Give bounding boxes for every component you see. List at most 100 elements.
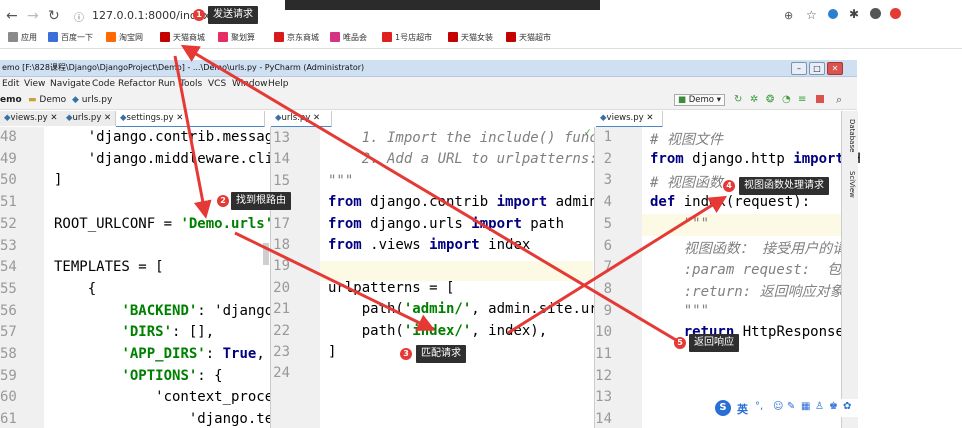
minimize-button[interactable]: –: [791, 62, 807, 75]
zoom-icon[interactable]: ⊕: [784, 9, 793, 22]
bookmark-tmall-women[interactable]: 天猫女装: [448, 32, 493, 43]
stop-icon[interactable]: [816, 95, 824, 103]
maximize-button[interactable]: □: [809, 62, 825, 75]
menu-window[interactable]: Window: [232, 79, 268, 89]
code-line[interactable]: # 视图文件: [650, 129, 723, 149]
bookmark-taobao[interactable]: 淘宝网: [106, 32, 143, 43]
code-line[interactable]: TEMPLATES = [: [54, 259, 164, 275]
code-line[interactable]: from django.contrib import admin: [328, 194, 598, 210]
line-number: 58: [0, 346, 17, 362]
bookmark-yhd[interactable]: 1号店超市: [382, 32, 432, 43]
code-line[interactable]: 'APP_DIRS': True,: [54, 346, 264, 362]
line-number: 55: [0, 280, 17, 297]
code-line[interactable]: path('admin/', admin.site.urls),: [328, 301, 632, 317]
menu-view[interactable]: View: [24, 79, 45, 89]
sciview-tool-button[interactable]: SciView: [844, 171, 856, 198]
code-line[interactable]: {: [54, 281, 96, 297]
debug-icon[interactable]: ✲: [750, 94, 758, 105]
bookmark-apps[interactable]: 应用: [8, 32, 37, 43]
code-line[interactable]: from .views import index: [328, 237, 530, 253]
line-number: 6: [603, 237, 612, 254]
breadcrumb-folder[interactable]: ▬ Demo: [28, 95, 66, 105]
bookmarks-bar: 应用 百度一下 淘宝网 天猫商城 聚划算 京东商城 唯品会 1号店超市 天猫女装…: [0, 30, 962, 49]
tab-urls-left[interactable]: ◆urls.py ✕: [62, 111, 117, 126]
code-line[interactable]: # 视图函数: [650, 172, 723, 192]
info-icon[interactable]: ⓘ: [74, 9, 84, 24]
code-line[interactable]: 'context_processo: [54, 389, 298, 405]
code-line[interactable]: 'django.templ: [54, 411, 299, 427]
code-line[interactable]: :return: 返回响应对象: [650, 281, 844, 301]
sogou-logo-icon[interactable]: S: [715, 400, 731, 416]
bookmark-jd[interactable]: 京东商城: [274, 32, 319, 43]
code-line[interactable]: def index(request):: [650, 194, 810, 210]
code-line[interactable]: urlpatterns = [: [328, 280, 454, 296]
search-icon[interactable]: ⌕: [836, 93, 842, 107]
emoji-icon[interactable]: ☺: [773, 401, 783, 412]
code-line[interactable]: 'DIRS': [],: [54, 324, 214, 340]
breadcrumb-project[interactable]: emo: [0, 95, 22, 105]
code-line[interactable]: 'OPTIONS': {: [54, 368, 222, 384]
extension-icon[interactable]: [828, 9, 838, 19]
profile-run-icon[interactable]: ◔: [782, 94, 791, 105]
yhd-icon: [382, 32, 392, 42]
menu-help[interactable]: Help: [268, 79, 289, 89]
code-line[interactable]: 'django.contrib.messages: [54, 129, 290, 145]
run-config-select[interactable]: ■ Demo ▾: [674, 94, 725, 106]
code-line[interactable]: from django.urls import path: [328, 216, 564, 232]
code-line[interactable]: :param request: 包含: [650, 259, 855, 279]
callout-find-root: 找到根路由: [231, 192, 291, 210]
python-file-icon: ◆: [72, 95, 79, 105]
code-line[interactable]: 'django.middleware.click: [54, 151, 290, 167]
voice-icon[interactable]: ✎: [787, 401, 795, 412]
menu-run[interactable]: Run: [158, 79, 175, 89]
tab-urls[interactable]: ◆urls.py ✕: [271, 111, 332, 128]
profile-icon[interactable]: [870, 8, 881, 19]
rerun-icon[interactable]: ↻: [734, 94, 742, 105]
code-line[interactable]: """: [650, 216, 709, 232]
build-icon[interactable]: ≡: [798, 94, 806, 105]
vip-icon: [330, 32, 340, 42]
code-line[interactable]: ]: [54, 172, 62, 188]
tab-views-left[interactable]: ◆views.py ✕: [0, 111, 63, 126]
puzzle-icon[interactable]: ✱: [849, 7, 859, 21]
forward-icon[interactable]: →: [27, 8, 39, 24]
coverage-icon[interactable]: ❂: [766, 94, 774, 105]
code-line[interactable]: 视图函数： 接受用户的请: [650, 238, 846, 258]
reload-icon[interactable]: ↻: [48, 8, 60, 24]
bookmark-baidu[interactable]: 百度一下: [48, 32, 93, 43]
settings-icon[interactable]: ✿: [843, 401, 851, 412]
update-icon[interactable]: [890, 8, 901, 19]
code-line[interactable]: path('index/', index),: [328, 323, 547, 339]
menu-refactor[interactable]: Refactor: [118, 79, 156, 89]
back-icon[interactable]: ←: [6, 8, 18, 24]
code-line[interactable]: from django.http import H: [650, 151, 861, 167]
code-line[interactable]: 'BACKEND': 'django.te: [54, 303, 298, 319]
bookmark-juhuasuan[interactable]: 聚划算: [218, 32, 255, 43]
database-tool-button[interactable]: Database: [844, 119, 856, 152]
tab-settings[interactable]: ◆settings.py ✕: [116, 111, 265, 128]
breadcrumb-file[interactable]: ◆ urls.py: [72, 95, 112, 105]
star-icon[interactable]: ☆: [806, 8, 817, 22]
menu-tools[interactable]: Tools: [180, 79, 202, 89]
bookmark-tmall-market[interactable]: 天猫超市: [506, 32, 551, 43]
bookmark-tmall[interactable]: 天猫商城: [160, 32, 205, 43]
ime-mode-toggle[interactable]: 英: [737, 401, 748, 417]
user-icon[interactable]: ♙: [815, 401, 824, 412]
punctuation-icon[interactable]: °,: [755, 401, 763, 412]
code-line[interactable]: ROOT_URLCONF = 'Demo.urls': [54, 216, 273, 232]
bookmark-vip[interactable]: 唯品会: [330, 32, 367, 43]
line-number: 13: [273, 130, 290, 146]
line-number: 12: [595, 367, 612, 384]
menu-edit[interactable]: Edit: [2, 79, 19, 89]
skin-icon[interactable]: ♚: [829, 401, 838, 412]
code-line[interactable]: """: [328, 173, 353, 189]
code-line[interactable]: """: [650, 303, 709, 319]
menu-vcs[interactable]: VCS: [208, 79, 226, 89]
code-line[interactable]: ]: [328, 344, 336, 360]
tab-views[interactable]: ◆views.py ✕: [596, 111, 663, 128]
menu-code[interactable]: Code: [92, 79, 115, 89]
menu-navigate[interactable]: Navigate: [50, 79, 90, 89]
keyboard-icon[interactable]: ▦: [801, 401, 810, 412]
django-icon: ■: [678, 95, 687, 105]
close-button[interactable]: ✕: [827, 62, 843, 75]
